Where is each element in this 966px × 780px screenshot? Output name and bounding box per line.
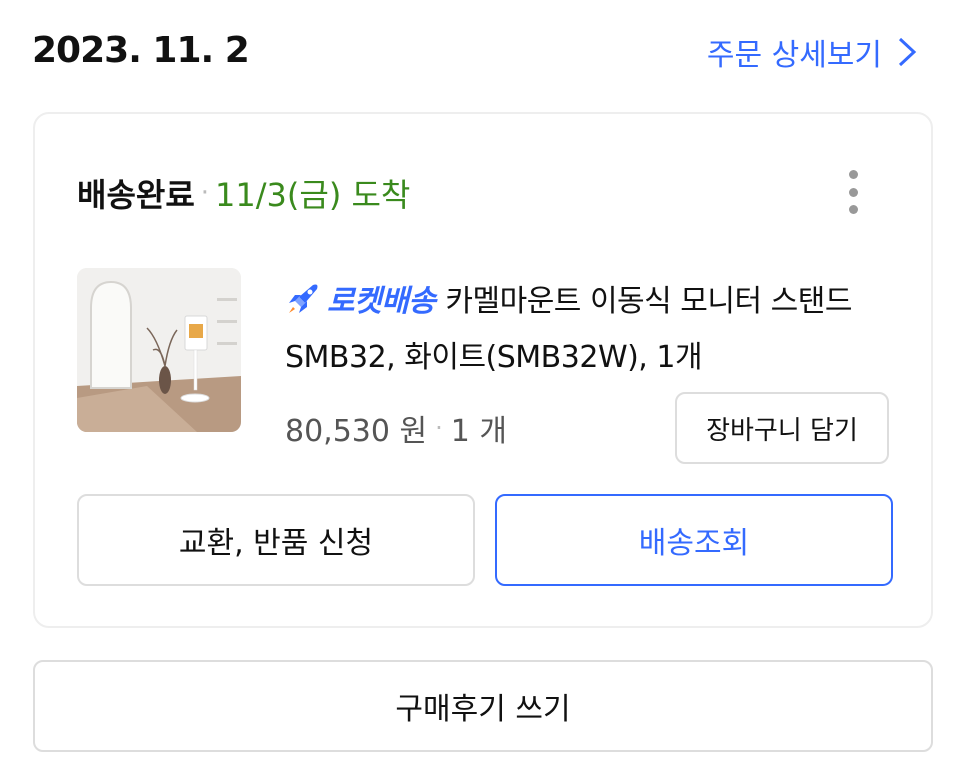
order-card: 배송완료 · 11/3(금) 도착 로켓배송 카멜마운트 이동식 모니터 스탠드… [33, 112, 933, 628]
rocket-delivery-badge: 로켓배송 [327, 284, 436, 319]
status-separator: · [200, 178, 210, 208]
product-quantity: 1 개 [450, 414, 507, 449]
shipment-status-row: 배송완료 · 11/3(금) 도착 [77, 170, 410, 216]
chevron-right-icon [898, 37, 917, 67]
price-row: 80,530 원 · 1 개 [285, 406, 507, 450]
price-separator: · [435, 414, 443, 442]
write-review-button[interactable]: 구매후기 쓰기 [33, 660, 933, 752]
order-date: 2023. 11. 2 [32, 30, 250, 71]
return-exchange-button[interactable]: 교환, 반품 신청 [77, 494, 475, 586]
order-detail-label: 주문 상세보기 [706, 38, 882, 73]
more-vertical-icon[interactable] [847, 170, 859, 214]
arrival-date: 11/3(금) 도착 [215, 176, 411, 214]
order-detail-link[interactable]: 주문 상세보기 [707, 30, 918, 74]
product-price: 80,530 원 [285, 414, 428, 449]
add-to-cart-button[interactable]: 장바구니 담기 [675, 392, 889, 464]
track-delivery-button[interactable]: 배송조회 [495, 494, 893, 586]
shipment-status: 배송완료 [77, 176, 195, 214]
product-thumbnail[interactable] [77, 268, 241, 432]
product-image [77, 268, 241, 432]
order-page: 2023. 11. 2 주문 상세보기 배송완료 · 11/3(금) 도착 로켓… [0, 0, 966, 780]
rocket-icon [289, 284, 318, 313]
product-title[interactable]: 로켓배송 카멜마운트 이동식 모니터 스탠드 SMB32, 화이트(SMB32W)… [285, 274, 895, 386]
